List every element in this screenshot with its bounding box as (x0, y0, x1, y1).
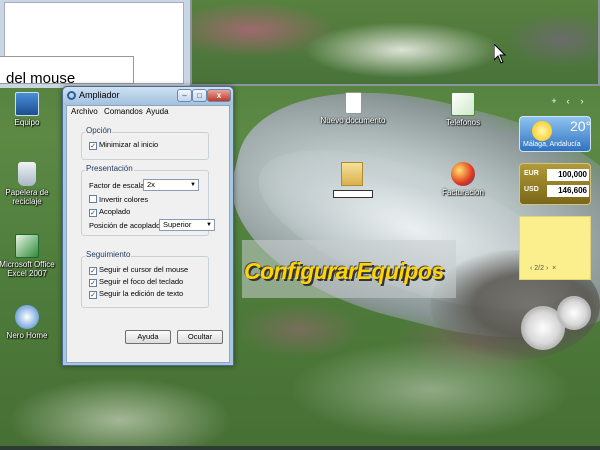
checkbox-seguir-texto[interactable]: ✓ Seguir la edición de texto (89, 289, 183, 299)
checkbox-seguir-cursor[interactable]: ✓ Seguir el cursor del mouse (89, 265, 188, 275)
checkbox-box[interactable]: ✓ (89, 142, 97, 150)
folder-icon[interactable] (341, 162, 363, 186)
menu-archivo[interactable]: Archivo (71, 107, 98, 116)
posicion-acoplado-label: Posición de acoplado: (89, 221, 163, 230)
bottom-edge (0, 446, 600, 450)
magnifier-icon (67, 91, 76, 100)
checkbox-box[interactable]: ✓ (89, 291, 97, 299)
magnifier-view (190, 0, 600, 86)
notes-gadget[interactable]: ‹ 2/2 › × (519, 216, 591, 280)
checkbox-box[interactable] (89, 195, 97, 203)
background-window-text: del mouse (6, 70, 76, 87)
factor-escala-select[interactable]: 2x ▼ (143, 179, 199, 191)
weather-city: Málaga, Andalucía (523, 141, 581, 148)
maximize-button[interactable]: □ (192, 89, 207, 102)
ayuda-button[interactable]: Ayuda (125, 330, 171, 344)
weather-gadget[interactable]: 20° Málaga, Andalucía (519, 116, 591, 152)
ampliador-window: Ampliador – □ x Archivo Comandos Ayuda O… (62, 86, 234, 366)
menu-ayuda[interactable]: Ayuda (146, 107, 169, 116)
desktop-icon-facturacion[interactable]: Facturacion (430, 162, 496, 197)
posicion-acoplado-select[interactable]: Superior ▼ (159, 219, 215, 231)
folder-rename-field[interactable] (333, 190, 373, 198)
group-presentacion-label: Presentación (85, 164, 134, 173)
document-icon (344, 92, 362, 114)
checkbox-invertir[interactable]: Invertir colores (89, 195, 148, 204)
weather-temperature: 20° (570, 118, 592, 134)
desktop-icon-equipo[interactable]: Equipo (0, 92, 60, 127)
desktop-icon-papelera[interactable]: Papelera de reciclaje (0, 162, 60, 206)
desktop-icon-nuevo-documento[interactable]: Nuevo documento (320, 92, 386, 125)
desktop-icon-telefonos[interactable]: Telefonos (430, 92, 496, 127)
title-bar[interactable]: Ampliador – □ x (63, 87, 233, 105)
checkbox-seguir-teclado[interactable]: ✓ Seguir el foco del teclado (89, 277, 183, 287)
recycle-bin-icon (18, 162, 36, 186)
computer-icon (15, 92, 39, 116)
group-opcion-label: Opción (85, 126, 113, 135)
currency-row: EUR 100,000 (524, 169, 589, 181)
checkbox-box[interactable]: ✓ (89, 267, 97, 275)
nero-home-icon (15, 305, 39, 329)
window-client: Archivo Comandos Ayuda Opción ✓ Minimizar… (66, 105, 230, 363)
desktop-icon-nero[interactable]: Nero Home (0, 305, 60, 340)
checkbox-box[interactable]: ✓ (89, 279, 97, 287)
memory-meter-gauge (557, 296, 591, 330)
facturacion-icon (451, 162, 475, 186)
excel-icon (15, 234, 39, 258)
checkbox-box[interactable]: ✓ (89, 209, 97, 217)
checkbox-acoplado[interactable]: ✓ Acoplado (89, 207, 130, 217)
checkbox-minimizar[interactable]: ✓ Minimizar al inicio (89, 140, 158, 150)
currency-gadget[interactable]: EUR 100,000 USD 146,606 (519, 163, 591, 205)
prev-gadget-button[interactable]: ‹ (561, 96, 575, 106)
sun-icon (532, 121, 552, 141)
mouse-cursor-icon (494, 44, 506, 64)
ocultar-button[interactable]: Ocultar (177, 330, 223, 344)
spreadsheet-icon (451, 92, 475, 116)
notes-pager[interactable]: ‹ 2/2 › × (530, 265, 556, 272)
factor-escala-label: Factor de escala: (89, 181, 147, 190)
window-title: Ampliador (79, 90, 120, 100)
desktop-icon-excel[interactable]: Microsoft Office Excel 2007 (0, 234, 60, 278)
close-button[interactable]: x (207, 89, 231, 102)
watermark: ConfigurarEquipos (242, 240, 456, 298)
menu-comandos[interactable]: Comandos (104, 107, 143, 116)
currency-row: USD 146,606 (524, 185, 589, 197)
dropdown-arrow-icon: ▼ (190, 182, 196, 188)
background-window: del mouse (0, 0, 192, 88)
menu-bar: Archivo Comandos Ayuda (67, 106, 229, 118)
minimize-button[interactable]: – (177, 89, 192, 102)
dropdown-arrow-icon: ▼ (206, 222, 212, 228)
next-gadget-button[interactable]: › (575, 96, 589, 106)
group-seguimiento-label: Seguimiento (85, 250, 132, 259)
sidebar-controls: + ‹ › (547, 95, 595, 107)
add-gadget-button[interactable]: + (547, 96, 561, 106)
